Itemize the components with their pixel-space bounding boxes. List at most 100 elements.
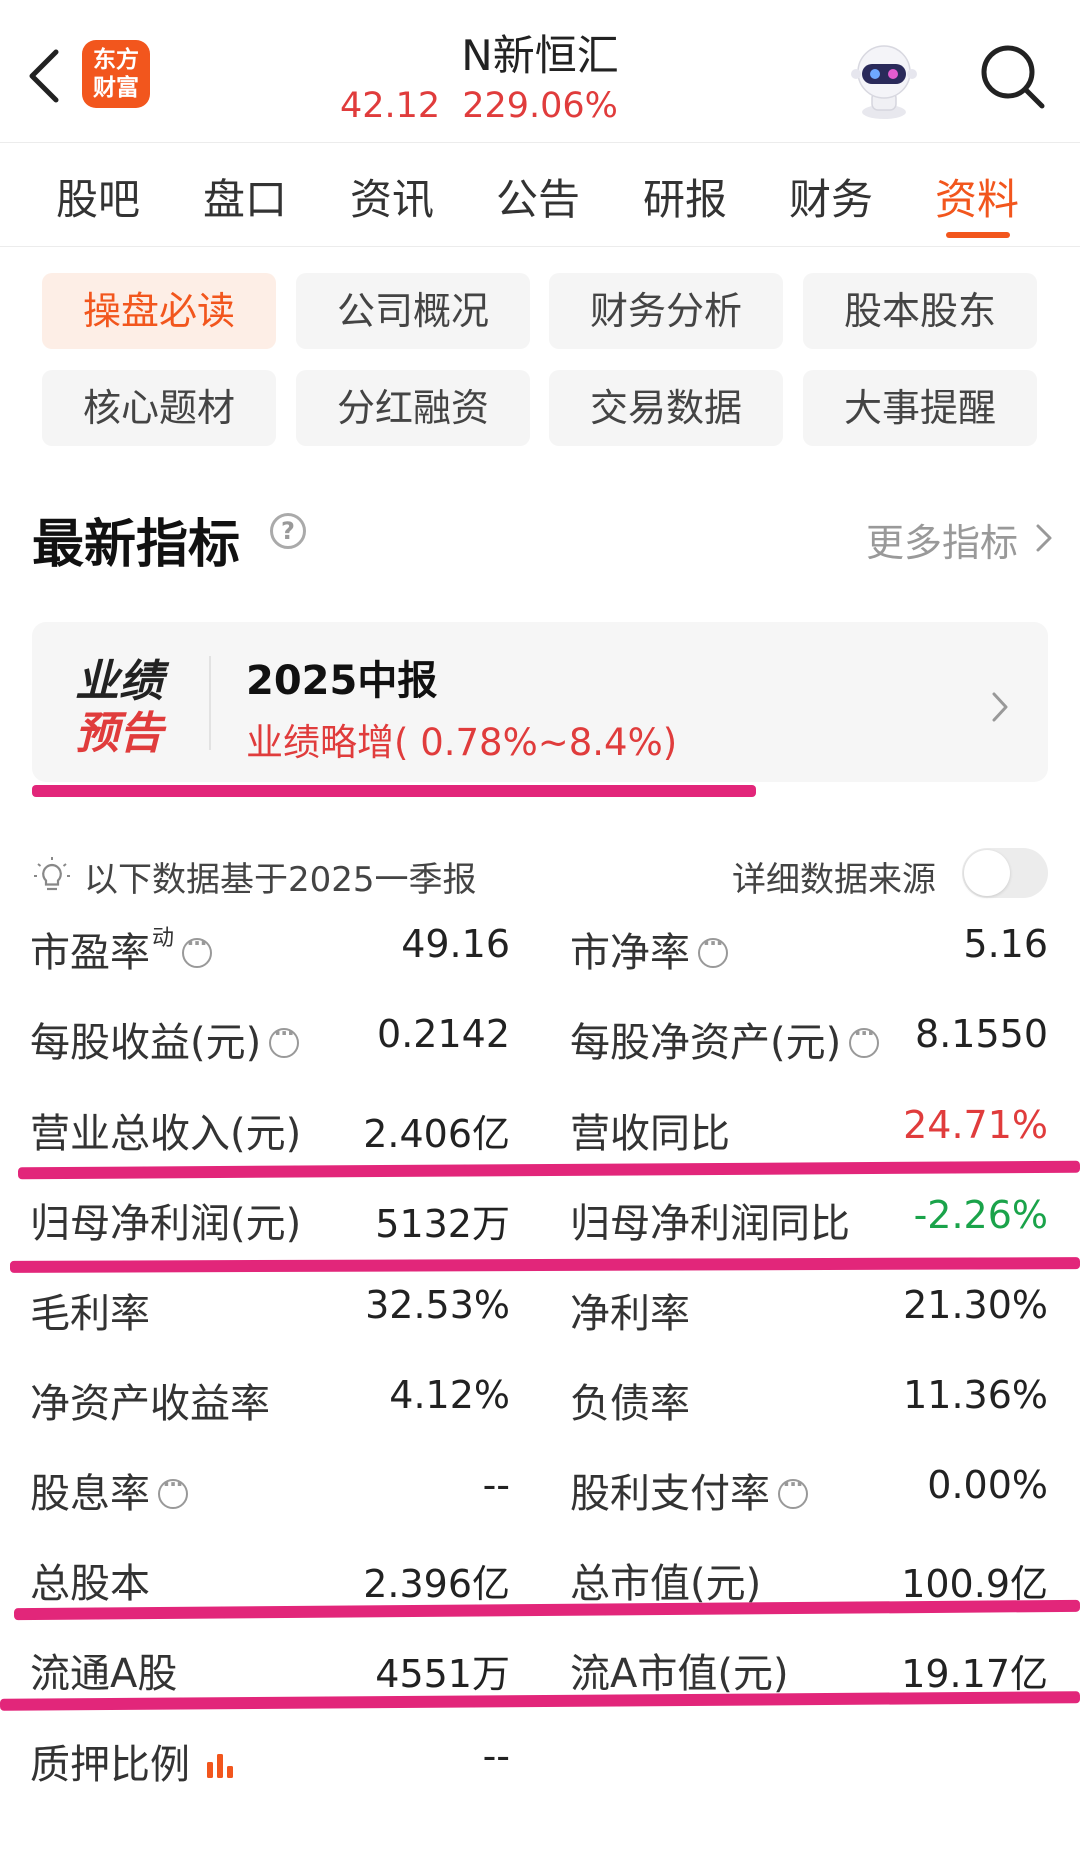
metric-left-label-4: 毛利率: [30, 1281, 150, 1339]
lightbulb-icon: [34, 857, 70, 891]
metric-right-label-7: 总市值(元): [570, 1551, 761, 1609]
chip-company-overview[interactable]: 公司概况: [296, 273, 530, 349]
metric-right-label-4: 净利率: [570, 1281, 690, 1339]
metric-label-text: 营收同比: [570, 1111, 730, 1157]
highlight-underline: [9, 1257, 1080, 1273]
metric-label-text: 毛利率: [30, 1291, 150, 1337]
badge-line-1: 业绩: [75, 656, 163, 707]
chip-core-themes[interactable]: 核心题材: [42, 370, 276, 446]
stock-quote: 42.12 229.06%: [340, 86, 740, 126]
chip-dividends-financing[interactable]: 分红融资: [296, 370, 530, 446]
chip-trading-essentials[interactable]: 操盘必读: [42, 273, 276, 349]
metric-left-value-8: 4551万: [375, 1652, 510, 1696]
metric-label-text: 归母净利润同比: [570, 1201, 850, 1247]
metric-left-label-3: 归母净利润(元): [30, 1191, 301, 1249]
metric-left-label-0[interactable]: 市盈率动: [30, 920, 213, 978]
metric-right-value-4: 21.30%: [903, 1283, 1048, 1327]
chevron-right-icon[interactable]: [990, 688, 1010, 726]
more-info-icon[interactable]: [698, 931, 728, 968]
metric-left-value-3: 5132万: [375, 1202, 510, 1246]
metric-right-value-7: 100.9亿: [901, 1562, 1048, 1606]
metric-right-label-3: 归母净利润同比: [570, 1191, 850, 1249]
metric-left-value-5: 4.12%: [389, 1373, 510, 1417]
badge-line-2: 预告: [75, 708, 163, 759]
metric-label-text: 质押比例: [30, 1742, 190, 1788]
chip-shareholders[interactable]: 股本股东: [803, 273, 1037, 349]
metric-left-label-2: 营业总收入(元): [30, 1101, 301, 1159]
metric-right-value-8: 19.17亿: [901, 1652, 1048, 1696]
more-info-icon[interactable]: [158, 1472, 188, 1509]
search-icon[interactable]: [976, 40, 1048, 112]
metric-right-value-5: 11.36%: [903, 1373, 1048, 1417]
chip-event-reminders[interactable]: 大事提醒: [803, 370, 1037, 446]
tab-announcements[interactable]: 公告: [496, 166, 580, 227]
metric-label-text: 市净率: [570, 930, 690, 976]
more-info-icon[interactable]: [778, 1472, 808, 1509]
forecast-period: 2025中报: [246, 658, 438, 704]
metric-label-text: 净利率: [570, 1291, 690, 1337]
more-info-icon[interactable]: [849, 1021, 880, 1058]
metric-left-label-1[interactable]: 每股收益(元): [30, 1010, 300, 1068]
stock-price: 42.12: [340, 86, 441, 126]
chevron-left-icon[interactable]: [22, 46, 68, 106]
tab-news[interactable]: 资讯: [350, 166, 434, 227]
metric-right-value-1: 8.1550: [915, 1012, 1048, 1056]
metric-right-label-2: 营收同比: [570, 1101, 730, 1159]
tab-finance[interactable]: 财务: [789, 166, 873, 227]
metric-left-label-9: 质押比例: [30, 1732, 238, 1790]
metric-left-value-9: --: [482, 1734, 510, 1778]
stock-change-pct: 229.06%: [462, 86, 618, 126]
chip-financial-analysis[interactable]: 财务分析: [549, 273, 783, 349]
forecast-summary: 业绩略增( 0.78%~8.4%): [246, 721, 678, 764]
tab-research[interactable]: 研报: [643, 166, 727, 227]
metric-left-value-6: --: [482, 1463, 510, 1507]
metric-right-label-1[interactable]: 每股净资产(元): [570, 1010, 880, 1068]
metric-right-label-0[interactable]: 市净率: [570, 920, 728, 978]
dynamic-superscript: 动: [152, 926, 175, 951]
forecast-badge: 业绩 预告: [64, 656, 174, 760]
robot-assistant-icon[interactable]: [842, 38, 926, 122]
metric-right-label-8: 流A市值(元): [570, 1641, 789, 1699]
metric-right-value-3: -2.26%: [913, 1193, 1048, 1237]
section-title: 最新指标: [32, 515, 241, 575]
more-metrics-link[interactable]: 更多指标: [866, 512, 1018, 567]
metric-label-text: 每股净资产(元): [570, 1020, 842, 1066]
more-info-icon[interactable]: [269, 1021, 300, 1058]
data-basis-note: 以下数据基于2025一季报: [84, 860, 477, 900]
metric-left-label-5: 净资产收益率: [30, 1371, 270, 1429]
metric-label-text: 净资产收益率: [30, 1381, 270, 1427]
logo-line-1: 东方: [93, 47, 139, 73]
metric-left-value-7: 2.396亿: [363, 1562, 510, 1606]
metric-right-label-6[interactable]: 股利支付率: [570, 1461, 808, 1519]
metric-label-text: 流通A股: [30, 1651, 178, 1697]
question-circle-icon[interactable]: ?: [270, 513, 306, 549]
active-tab-indicator: [946, 232, 1010, 238]
toggle-knob[interactable]: [964, 850, 1010, 896]
highlight-underline: [17, 1160, 1080, 1180]
logo-line-2: 财富: [93, 75, 139, 101]
metric-left-label-6[interactable]: 股息率: [30, 1461, 188, 1519]
bar-chart-icon[interactable]: [204, 1750, 238, 1780]
card-divider: [209, 656, 211, 750]
app-logo: 东方 财富: [82, 40, 150, 108]
metric-left-value-0: 49.16: [401, 922, 510, 966]
metric-label-text: 总股本: [30, 1561, 150, 1607]
tab-guba[interactable]: 股吧: [56, 166, 140, 227]
main-tabs: 股吧 盘口 资讯 公告 研报 财务 资料: [0, 142, 1080, 247]
metric-left-label-7: 总股本: [30, 1551, 150, 1609]
more-info-icon[interactable]: [182, 931, 213, 968]
metric-label-text: 总市值(元): [570, 1561, 762, 1607]
metric-right-value-2: 24.71%: [903, 1103, 1048, 1147]
metric-label-text: 每股收益(元): [30, 1020, 262, 1066]
metric-right-value-0: 5.16: [963, 922, 1048, 966]
metric-label-text: 负债率: [570, 1381, 690, 1427]
tab-profile[interactable]: 资料: [935, 166, 1019, 227]
metric-left-label-8: 流通A股: [30, 1641, 177, 1699]
metric-left-value-1: 0.2142: [377, 1012, 510, 1056]
chevron-right-icon[interactable]: [1034, 520, 1054, 556]
chip-trading-data[interactable]: 交易数据: [549, 370, 783, 446]
highlight-underline: [32, 785, 756, 797]
metric-label-text: 股利支付率: [570, 1471, 770, 1517]
metric-left-value-2: 2.406亿: [363, 1112, 510, 1156]
tab-pankou[interactable]: 盘口: [203, 166, 287, 227]
